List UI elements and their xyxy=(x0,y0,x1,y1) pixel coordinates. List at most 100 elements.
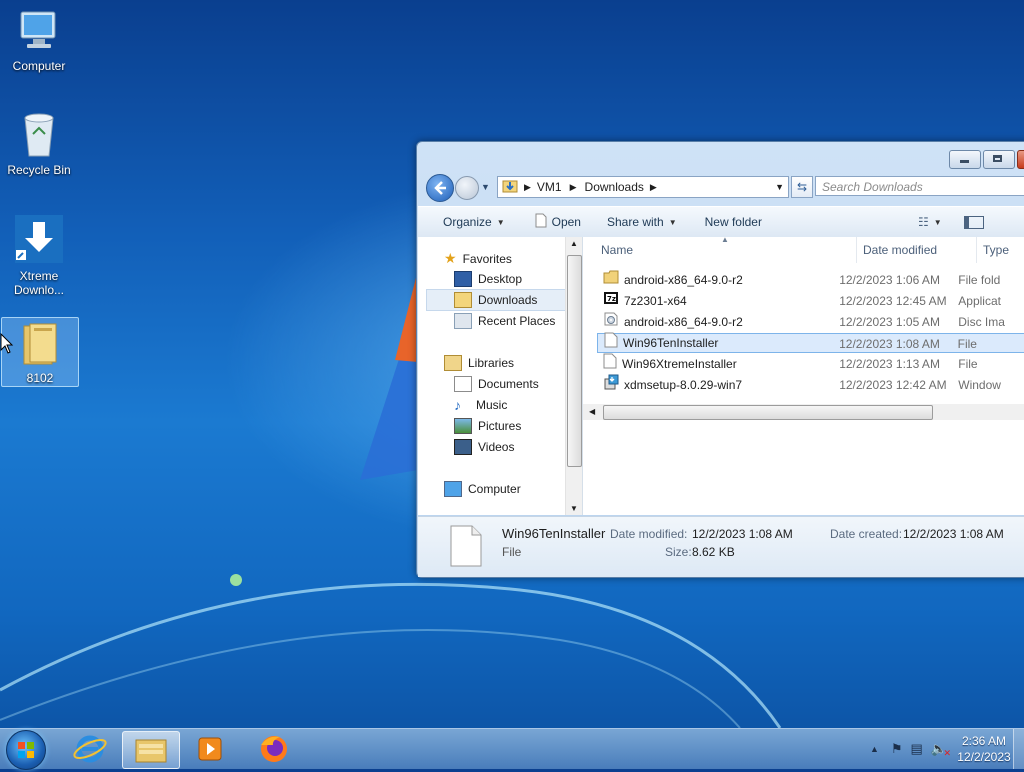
network-icon[interactable]: ▤ xyxy=(911,741,923,757)
scroll-left-icon[interactable]: ◀ xyxy=(589,407,595,416)
navigation-pane-scrollbar[interactable]: ▲ ▼ xyxy=(565,237,582,515)
details-date-created: 12/2/2023 1:08 AM xyxy=(903,527,1004,541)
desktop-icon-recycle-bin[interactable]: Recycle Bin xyxy=(1,110,77,177)
windows-logo-icon xyxy=(18,742,34,758)
search-input[interactable]: Search Downloads xyxy=(815,176,1024,196)
nav-pictures[interactable]: Pictures xyxy=(454,418,521,434)
desktop-icon-label: Computer xyxy=(12,59,66,73)
breadcrumb-vm1[interactable]: VM1 xyxy=(537,180,562,194)
refresh-icon: ⇆ xyxy=(796,180,808,194)
scroll-down-icon[interactable]: ▼ xyxy=(570,504,578,513)
file-type: File xyxy=(958,357,978,371)
firefox-icon xyxy=(261,736,287,762)
column-header-name[interactable]: Name xyxy=(583,237,857,263)
address-bar[interactable]: ▶ VM1 ▶ Downloads ▶ ▼ xyxy=(497,176,789,198)
desktop-icon-label: 8102 xyxy=(26,371,54,385)
maximize-button[interactable] xyxy=(983,150,1015,169)
close-button[interactable] xyxy=(1017,150,1024,169)
taskbar-internet-explorer[interactable] xyxy=(62,731,118,767)
column-header-type[interactable]: Type xyxy=(977,237,1024,263)
open-button[interactable]: Open xyxy=(535,213,581,231)
show-hidden-icons-button[interactable]: ▲ xyxy=(870,744,879,754)
nav-music[interactable]: ♪ Music xyxy=(454,397,507,413)
file-name: Win96TenInstaller xyxy=(623,336,719,350)
start-button[interactable] xyxy=(6,730,46,770)
breadcrumb-separator-icon[interactable]: ▶ xyxy=(650,182,657,193)
scroll-up-icon[interactable]: ▲ xyxy=(570,239,578,248)
file-row[interactable]: android-x86_64-9.0-r2 12/2/2023 1:06 AM … xyxy=(597,270,1024,290)
organize-button[interactable]: Organize ▼ xyxy=(443,215,505,229)
file-date: 12/2/2023 1:08 AM xyxy=(839,337,940,351)
minimize-button[interactable] xyxy=(949,150,981,169)
nav-label: Libraries xyxy=(468,356,515,370)
media-player-icon xyxy=(198,737,222,761)
disc-image-icon xyxy=(603,312,619,332)
file-date: 12/2/2023 12:45 AM xyxy=(839,294,947,308)
back-button[interactable] xyxy=(426,174,454,202)
taskbar-media-player[interactable] xyxy=(182,731,238,767)
desktop-icon-computer[interactable]: Computer xyxy=(1,8,77,73)
show-desktop-button[interactable] xyxy=(1013,729,1024,769)
volume-muted-icon[interactable]: 🔈 ✕ xyxy=(931,741,951,758)
file-date: 12/2/2023 12:42 AM xyxy=(839,378,947,392)
share-with-label: Share with xyxy=(606,215,664,229)
file-date: 12/2/2023 1:05 AM xyxy=(839,315,940,329)
clock[interactable]: 2:36 AM 12/2/2023 xyxy=(955,733,1013,765)
nav-label: Music xyxy=(476,398,508,412)
back-arrow-icon xyxy=(434,181,446,195)
nav-documents[interactable]: Documents xyxy=(454,376,539,392)
nav-favorites[interactable]: ★ Favorites xyxy=(444,250,512,267)
command-bar: Organize ▼ Open Share with ▼ New folder ☷ ▼ xyxy=(418,206,1024,238)
view-options-button[interactable]: ☷ ▼ xyxy=(918,215,942,229)
desktop-icon-xtreme-download[interactable]: Xtreme Downlo... xyxy=(1,214,77,297)
file-icon xyxy=(535,213,547,231)
download-arrow-icon xyxy=(1,214,77,267)
music-icon: ♪ xyxy=(454,397,461,413)
scrollbar-thumb[interactable] xyxy=(603,405,933,420)
share-with-button[interactable]: Share with ▼ xyxy=(607,215,677,229)
details-file-name: Win96TenInstaller xyxy=(502,526,606,541)
file-list-horizontal-scrollbar[interactable]: ◀ xyxy=(583,404,1024,420)
dropdown-arrow-icon: ▼ xyxy=(933,217,942,227)
file-type: Disc Ima xyxy=(958,315,1005,329)
nav-computer[interactable]: Computer xyxy=(444,481,521,497)
nav-videos[interactable]: Videos xyxy=(454,439,514,455)
refresh-button[interactable]: ⇆ xyxy=(791,176,813,198)
file-row[interactable]: android-x86_64-9.0-r2 12/2/2023 1:05 AM … xyxy=(597,312,1024,332)
taskbar-windows-explorer[interactable] xyxy=(122,731,180,769)
file-type: File fold xyxy=(958,273,1001,287)
new-folder-button[interactable]: New folder xyxy=(705,215,762,229)
file-row[interactable]: Win96XtremeInstaller 12/2/2023 1:13 AM F… xyxy=(597,353,1024,375)
nav-desktop[interactable]: Desktop xyxy=(454,271,522,287)
action-center-flag-icon[interactable]: ⚑ xyxy=(891,741,903,757)
breadcrumb-downloads[interactable]: Downloads xyxy=(585,180,644,194)
videos-icon xyxy=(454,439,472,455)
nav-recent-places[interactable]: Recent Places xyxy=(454,313,555,329)
file-list: Name ▲ Date modified Type android-x86_64… xyxy=(583,235,1024,515)
computer-icon xyxy=(444,481,462,497)
details-pane: Win96TenInstaller File Date modified: 12… xyxy=(418,516,1024,577)
file-row[interactable]: 7z 7z2301-x64 12/2/2023 12:45 AM Applicat xyxy=(597,291,1024,311)
taskbar-firefox[interactable] xyxy=(246,731,302,767)
details-size-label: Size: xyxy=(665,545,692,559)
scrollbar-thumb[interactable] xyxy=(567,255,582,467)
breadcrumb-separator-icon[interactable]: ▶ xyxy=(570,182,577,193)
explorer-window[interactable]: ▼ ▶ VM1 ▶ Downloads ▶ ▼ ⇆ Search Downloa… xyxy=(416,141,1024,578)
file-row[interactable]: xdmsetup-8.0.29-win7 12/2/2023 12:42 AM … xyxy=(597,374,1024,395)
file-row-selected[interactable]: Win96TenInstaller 12/2/2023 1:08 AM File xyxy=(597,332,1024,353)
svg-text:7z: 7z xyxy=(607,295,616,303)
file-icon xyxy=(603,353,617,375)
downloads-folder-icon xyxy=(502,179,518,196)
nav-label: Computer xyxy=(468,482,521,496)
breadcrumb-separator-icon[interactable]: ▶ xyxy=(524,182,531,193)
nav-downloads[interactable]: Downloads xyxy=(454,292,537,308)
column-header-date-modified[interactable]: Date modified xyxy=(857,237,977,263)
nav-libraries[interactable]: Libraries xyxy=(444,355,514,371)
taskbar: ▲ ⚑ ▤ 🔈 ✕ 2:36 AM 12/2/2023 xyxy=(0,728,1024,770)
forward-button[interactable] xyxy=(455,176,479,200)
star-icon: ★ xyxy=(444,250,457,266)
address-dropdown-icon[interactable]: ▼ xyxy=(775,182,784,192)
dropdown-arrow-icon: ▼ xyxy=(496,217,505,227)
preview-pane-button[interactable] xyxy=(963,215,984,229)
recent-pages-dropdown-icon[interactable]: ▼ xyxy=(481,182,490,192)
